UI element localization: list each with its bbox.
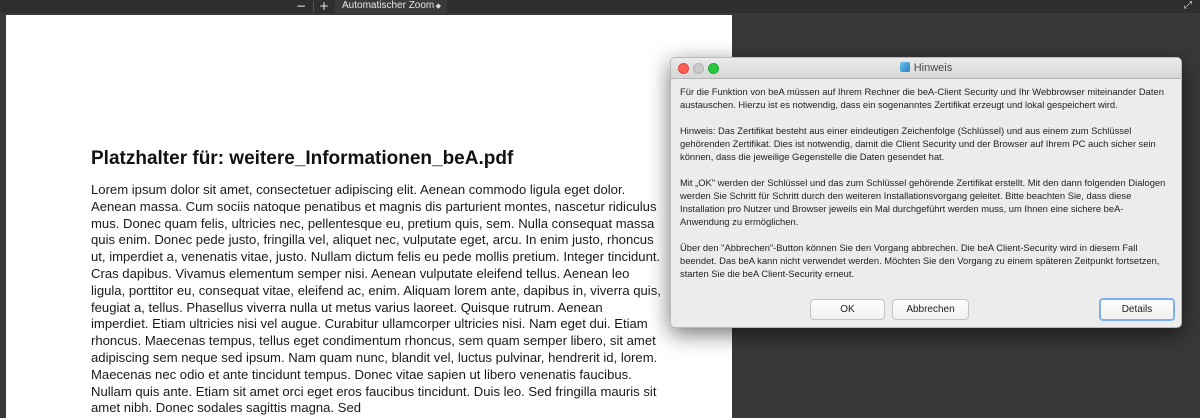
zoom-in-button[interactable]: + (316, 0, 332, 13)
message-paragraph: Für die Funktion von beA müssen auf Ihre… (680, 86, 1164, 110)
fullscreen-icon[interactable]: ⤢ (1182, 0, 1194, 12)
zoom-select[interactable]: Automatischer Zoom ◆ (335, 0, 447, 13)
dialog-title: Hinweis (671, 58, 1181, 78)
page-body-text: Lorem ipsum dolor sit amet, consectetuer… (91, 182, 661, 416)
page-title: Platzhalter für: weitere_Informationen_b… (91, 148, 514, 169)
pdf-page: Platzhalter für: weitere_Informationen_b… (6, 15, 732, 418)
zoom-select-label: Automatischer Zoom (342, 0, 435, 11)
message-paragraph: Über den "Abbrechen"-Button können Sie d… (680, 242, 1160, 279)
details-button[interactable]: Details (1099, 298, 1175, 321)
ok-button[interactable]: OK (810, 299, 885, 320)
zoom-out-button[interactable]: − (293, 0, 309, 13)
message-paragraph: Hinweis: Das Zertifikat besteht aus eine… (680, 125, 1156, 162)
dialog-message: Für die Funktion von beA müssen auf Ihre… (680, 85, 1172, 293)
cancel-button[interactable]: Abbrechen (892, 299, 969, 320)
message-paragraph: Mit „OK" werden der Schlüssel und das zu… (680, 177, 1166, 227)
app-icon (899, 62, 910, 72)
hinweis-dialog: Hinweis Für die Funktion von beA müssen … (670, 57, 1182, 328)
pdf-toolbar: − + Automatischer Zoom ◆ ⤢ (0, 0, 1200, 13)
dialog-titlebar[interactable]: Hinweis (671, 58, 1181, 79)
toolbar-divider (313, 1, 314, 12)
dialog-title-text: Hinweis (913, 62, 953, 74)
chevron-updown-icon: ◆ (435, 2, 441, 10)
